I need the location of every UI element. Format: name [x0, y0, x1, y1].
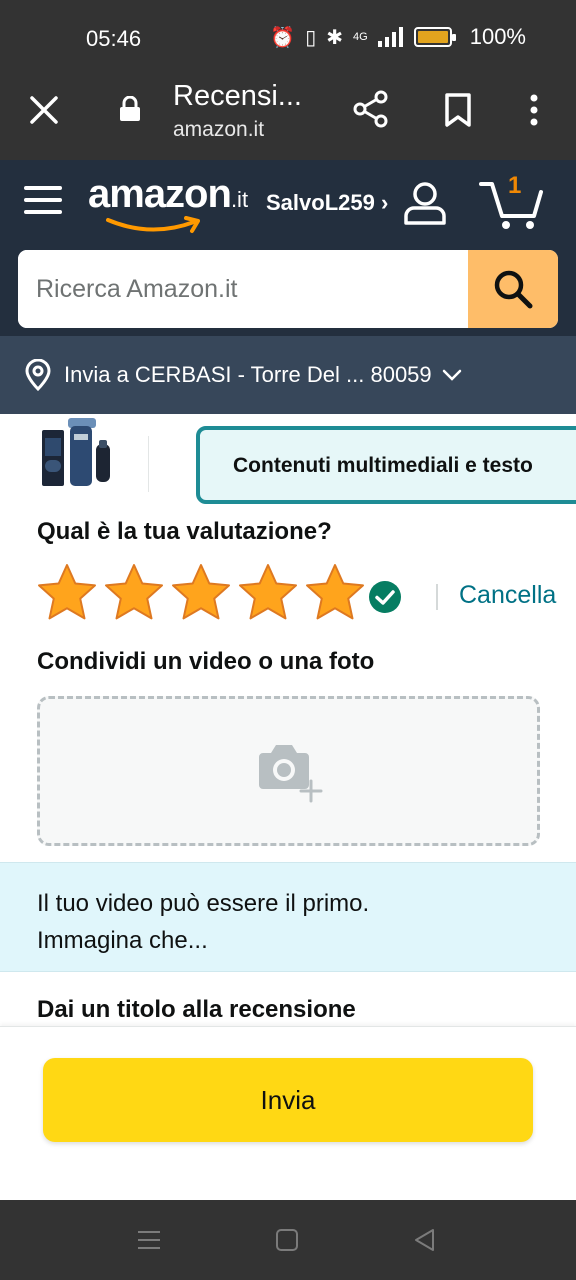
search-button[interactable]: [468, 250, 558, 328]
share-icon[interactable]: [352, 90, 390, 128]
browser-toolbar: Recensi... amazon.it: [0, 78, 576, 160]
alarm-icon: ⏰: [270, 26, 296, 49]
status-bar: 05:46 ⏰ ▯ ✱ 4G 100%: [0, 0, 576, 78]
delivery-address: Invia a CERBASI - Torre Del ... 80059: [64, 362, 432, 387]
search-input[interactable]: [18, 250, 468, 328]
info-line-1: Il tuo video può essere il primo.: [37, 890, 370, 917]
status-icons: ⏰ ▯ ✱ 4G 100%: [270, 24, 526, 50]
cart-count: 1: [508, 172, 522, 199]
lock-icon[interactable]: [118, 96, 142, 122]
info-line-2: Immagina che...: [37, 927, 208, 954]
chevron-down-icon: [442, 369, 461, 381]
bookmark-icon[interactable]: [442, 92, 474, 128]
hamburger-icon[interactable]: [24, 182, 62, 218]
signal-icon: [377, 27, 403, 47]
tab-url[interactable]: amazon.it: [173, 118, 264, 142]
logo-tld: .it: [230, 187, 249, 212]
star-icon[interactable]: [103, 562, 165, 624]
upload-heading: Condividi un video o una foto: [37, 648, 375, 675]
star-icon[interactable]: [36, 562, 98, 624]
back-icon[interactable]: [412, 1228, 438, 1252]
bluetooth-icon: ✱: [326, 26, 344, 49]
vibrate-icon: ▯: [305, 26, 317, 49]
delivery-location-bar[interactable]: Invia a CERBASI - Torre Del ... 80059: [0, 336, 576, 414]
close-icon[interactable]: [28, 94, 60, 126]
system-nav-bar: [0, 1200, 576, 1280]
rating-question: Qual è la tua valutazione?: [37, 518, 332, 545]
network-type: 4G: [353, 31, 368, 43]
more-vert-icon[interactable]: [522, 92, 546, 128]
user-icon[interactable]: [402, 180, 448, 226]
camera-add-icon: [259, 745, 323, 803]
product-thumbnail[interactable]: [40, 416, 112, 490]
tab-label: Contenuti multimediali e testo: [233, 454, 533, 477]
star-icon[interactable]: [170, 562, 232, 624]
star-rating[interactable]: [36, 562, 366, 624]
cart-button[interactable]: 1: [478, 172, 544, 232]
recent-apps-icon[interactable]: [136, 1228, 162, 1252]
check-circle-icon: [369, 581, 401, 613]
star-icon[interactable]: [304, 562, 366, 624]
thumbnail-divider: [148, 436, 149, 492]
home-icon[interactable]: [274, 1228, 300, 1252]
battery-icon: [413, 27, 456, 47]
account-name[interactable]: SalvoL259 ›: [266, 190, 388, 216]
status-time: 05:46: [86, 26, 142, 51]
tab-title[interactable]: Recensi...: [173, 80, 302, 113]
tab-media-and-text[interactable]: Contenuti multimediali e testo: [196, 426, 576, 504]
media-upload-area[interactable]: [37, 696, 540, 846]
logo-text: amazon: [88, 172, 232, 216]
battery-level: 100%: [469, 24, 526, 49]
cancel-rating-link[interactable]: Cancella: [459, 581, 556, 610]
submit-panel: Invia: [0, 1026, 576, 1200]
logo-smile-icon: [106, 216, 200, 233]
separator: [436, 584, 438, 610]
amazon-header: amazon.it SalvoL259 › 1: [0, 160, 576, 336]
amazon-logo[interactable]: amazon.it: [88, 172, 258, 233]
info-text: Il tuo video può essere il primo. Immagi…: [37, 885, 369, 959]
review-title-heading: Dai un titolo alla recensione: [37, 996, 356, 1023]
search-icon: [494, 270, 533, 309]
info-banner: Il tuo video può essere il primo. Immagi…: [0, 862, 576, 972]
location-pin-icon: [25, 359, 51, 391]
submit-button[interactable]: Invia: [43, 1058, 533, 1142]
star-icon[interactable]: [237, 562, 299, 624]
search-bar: [18, 250, 558, 328]
